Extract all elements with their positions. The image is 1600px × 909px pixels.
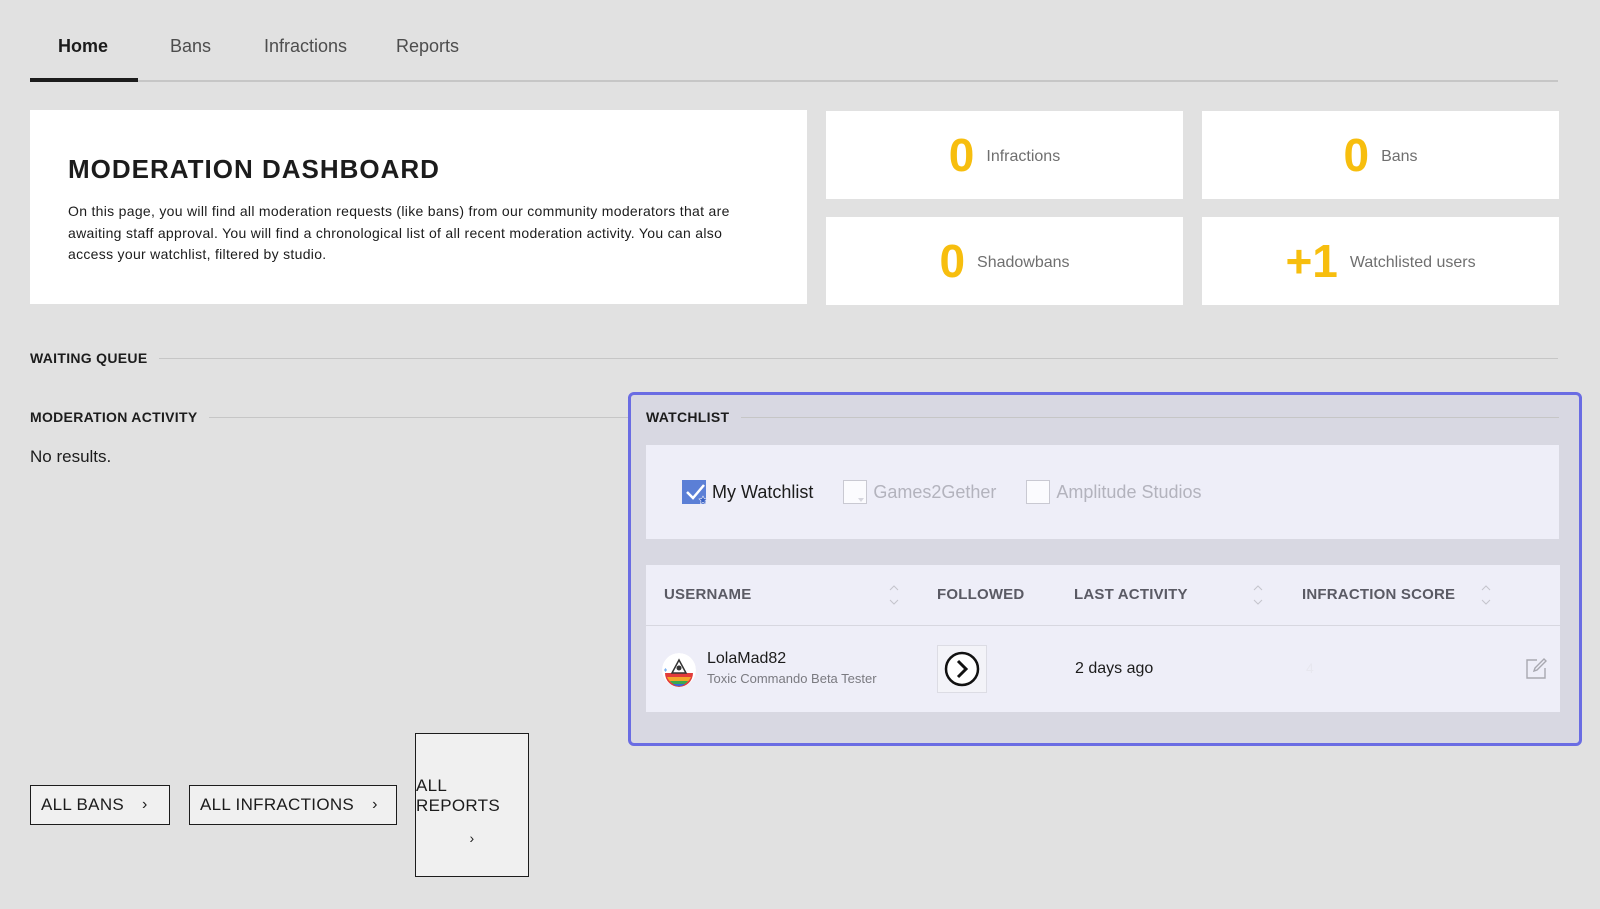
tab-bans[interactable]: Bans: [170, 34, 211, 80]
stat-label: Shadowbans: [977, 254, 1070, 271]
checkbox-icon[interactable]: [1026, 480, 1051, 504]
sort-arrows-icon[interactable]: [1481, 581, 1491, 609]
chevron-right-circle-icon: [944, 651, 980, 687]
divider: [159, 357, 1558, 359]
username[interactable]: LolaMad82: [707, 650, 786, 668]
stat-value: 0: [939, 235, 966, 287]
moderation-activity-heading: MODERATION ACTIVITY: [30, 409, 640, 425]
tab-reports[interactable]: Reports: [396, 34, 459, 80]
table-row[interactable]: LolaMad82 Toxic Commando Beta Tester 2 d…: [646, 626, 1560, 712]
table-header: USERNAME FOLLOWED LAST ACTIVITY INFRACTI…: [646, 565, 1560, 626]
divider: [209, 416, 640, 418]
stat-shadowbans: 0 Shadowbans: [826, 217, 1183, 305]
chevron-right-icon: ›: [469, 830, 475, 846]
follow-button[interactable]: [937, 645, 987, 693]
edit-icon[interactable]: [1524, 657, 1548, 681]
avatar: [662, 653, 696, 687]
no-results-text: No results.: [30, 447, 112, 466]
tab-infractions[interactable]: Infractions: [264, 34, 347, 80]
active-tab-indicator: [30, 78, 138, 82]
column-last-activity[interactable]: LAST ACTIVITY: [1074, 586, 1188, 603]
stat-value: 0: [1343, 129, 1370, 181]
chevron-right-icon: ›: [372, 796, 378, 813]
filter-label: My Watchlist: [712, 481, 814, 502]
infraction-score-value: 4: [1306, 660, 1314, 676]
chevron-right-icon: ›: [142, 796, 148, 813]
watchlist-table: USERNAME FOLLOWED LAST ACTIVITY INFRACTI…: [646, 565, 1560, 712]
waiting-queue-heading: WAITING QUEUE: [30, 350, 1558, 366]
checkbox-checked-icon[interactable]: [682, 480, 707, 505]
all-reports-button[interactable]: ALL REPORTS ›: [415, 733, 529, 877]
watchlist-filters: My Watchlist Games2Gether Amplitude Stud…: [646, 445, 1559, 539]
moderation-activity-title: MODERATION ACTIVITY: [30, 409, 198, 425]
intro-card: MODERATION DASHBOARD On this page, you w…: [30, 110, 807, 304]
stat-infractions: 0 Infractions: [826, 111, 1183, 199]
column-username[interactable]: USERNAME: [664, 586, 751, 603]
main-tabs: Home Bans Infractions Reports: [30, 0, 1558, 82]
filter-label: Games2Gether: [873, 481, 997, 502]
sort-arrows-icon[interactable]: [1253, 581, 1263, 609]
watchlist-heading: WATCHLIST: [646, 409, 1559, 425]
column-followed: FOLLOWED: [937, 586, 1025, 603]
stat-bans: 0 Bans: [1202, 111, 1559, 199]
tab-home[interactable]: Home: [58, 34, 108, 80]
filter-my-watchlist[interactable]: My Watchlist: [682, 480, 814, 505]
button-label: ALL REPORTS: [416, 776, 500, 815]
filter-games2gether[interactable]: Games2Gether: [843, 480, 996, 504]
stat-value: 0: [948, 129, 975, 181]
filter-label: Amplitude Studios: [1056, 481, 1202, 502]
checkbox-icon[interactable]: [843, 480, 868, 504]
all-infractions-button[interactable]: ALL INFRACTIONS ›: [189, 785, 397, 825]
page-description: On this page, you will find all moderati…: [68, 203, 730, 262]
watchlist-title: WATCHLIST: [646, 409, 730, 425]
page-title: MODERATION DASHBOARD: [68, 154, 440, 184]
button-label: ALL BANS: [41, 795, 125, 814]
stat-watchlisted-users: +1 Watchlisted users: [1202, 217, 1559, 305]
stat-label: Bans: [1381, 148, 1418, 165]
last-activity-value: 2 days ago: [1075, 660, 1154, 677]
divider: [741, 416, 1559, 418]
sort-arrows-icon[interactable]: [889, 581, 899, 609]
column-infraction-score[interactable]: INFRACTION SCORE: [1302, 586, 1455, 603]
stat-label: Watchlisted users: [1349, 254, 1476, 271]
user-title: Toxic Commando Beta Tester: [707, 671, 877, 686]
button-label: ALL INFRACTIONS: [200, 795, 355, 814]
all-bans-button[interactable]: ALL BANS ›: [30, 785, 170, 825]
stat-label: Infractions: [986, 148, 1061, 165]
waiting-queue-title: WAITING QUEUE: [30, 350, 148, 366]
stat-value: +1: [1285, 235, 1338, 287]
filter-amplitude-studios[interactable]: Amplitude Studios: [1026, 480, 1202, 504]
